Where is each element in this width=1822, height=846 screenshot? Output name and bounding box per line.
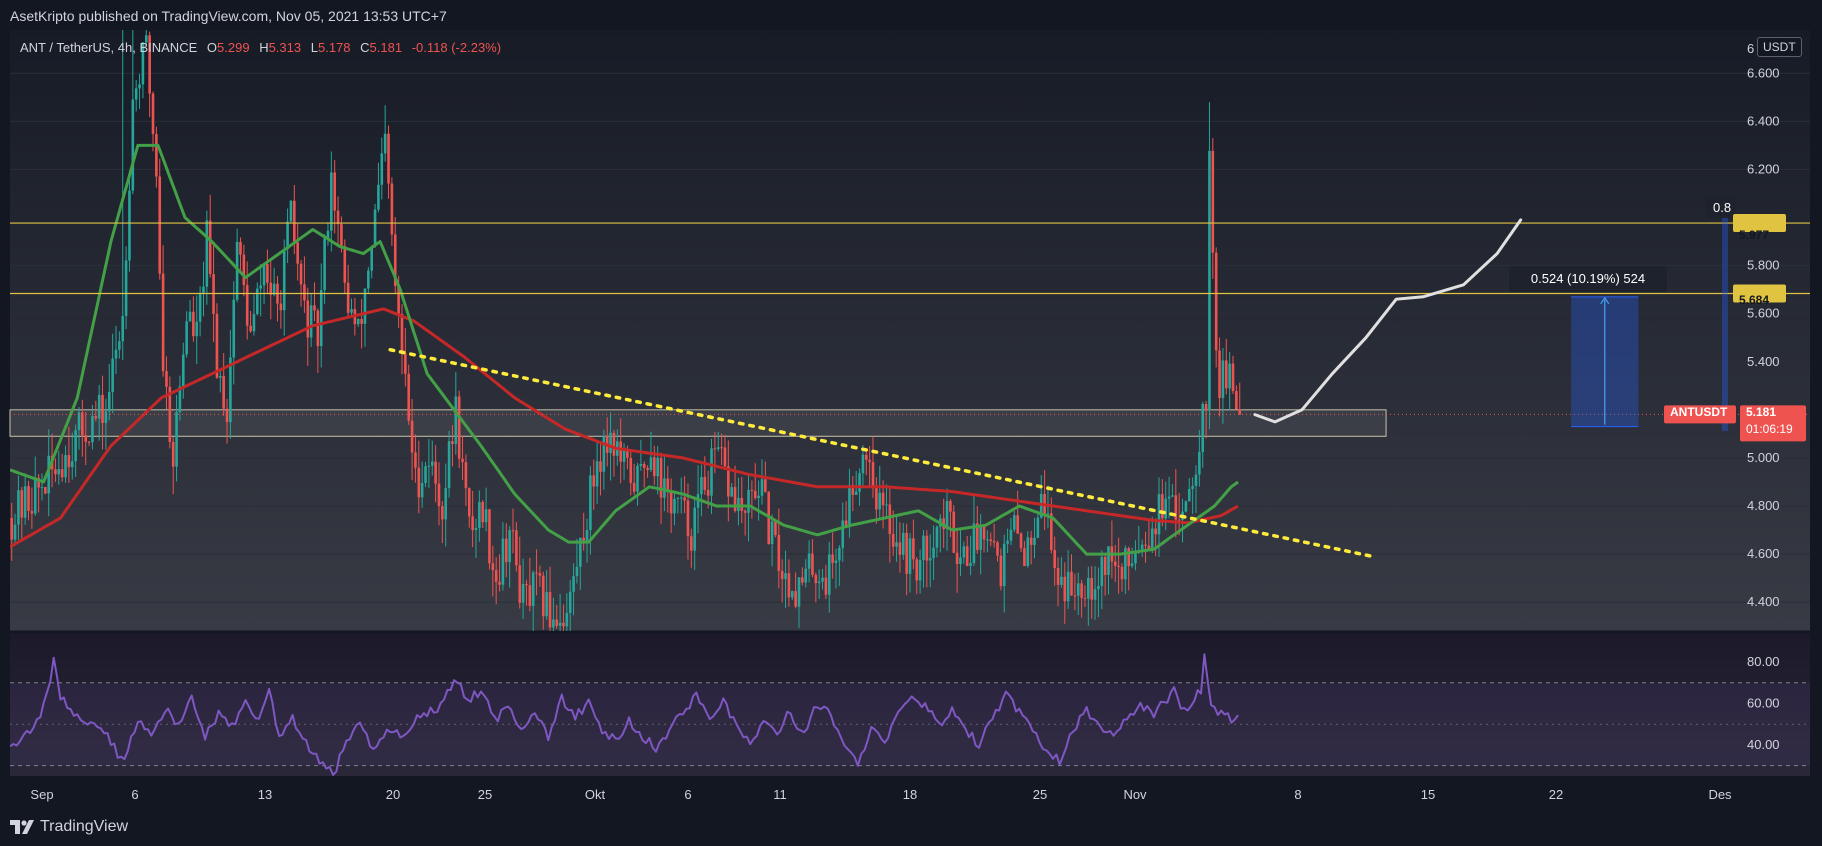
time-tick-label: 11	[773, 787, 787, 802]
price-tick-label: 6.400	[1747, 113, 1780, 128]
time-tick-label: Sep	[30, 787, 53, 802]
candle	[373, 203, 377, 248]
price-tick-label: 5.800	[1747, 258, 1780, 273]
level-badge-high: 5.977	[1739, 228, 1770, 242]
time-tick-label: 25	[1033, 787, 1047, 802]
time-tick-label: 18	[903, 787, 917, 802]
chart-canvas[interactable]: 6.6006.4006.2005.8005.6005.4005.0004.800…	[0, 0, 1822, 846]
rsi-tick-label: 60.00	[1747, 695, 1780, 710]
price-tick-label: 4.400	[1747, 594, 1780, 609]
symbol-legend: ANT / TetherUS, 4h, BINANCE O5.299 H5.31…	[20, 40, 501, 55]
close-value: 5.181	[369, 40, 403, 55]
time-tick-label: 6	[131, 787, 138, 802]
time-tick-label: 22	[1549, 787, 1563, 802]
high-label: H	[259, 40, 269, 55]
candle	[1208, 102, 1211, 430]
partial-measure-label: 0.8	[1713, 200, 1731, 215]
candle	[1184, 500, 1188, 513]
time-tick-label: 25	[478, 787, 492, 802]
time-tick-label: Okt	[585, 787, 606, 802]
candle	[44, 486, 47, 495]
measure-label: 0.524 (10.19%) 524	[1509, 266, 1667, 292]
current-symbol-badge: ANTUSDT	[1670, 405, 1728, 419]
close-label: C	[360, 40, 370, 55]
time-tick-label: 13	[258, 787, 272, 802]
candle	[168, 376, 172, 449]
symbol-name[interactable]: ANT / TetherUS, 4h, BINANCE	[20, 40, 197, 55]
high-value: 5.313	[268, 40, 302, 55]
brand-name: TradingView	[40, 818, 129, 835]
candle	[1214, 247, 1218, 368]
candle	[488, 508, 491, 570]
price-tick-label: 5.400	[1747, 354, 1780, 369]
price-tick-label: 5.000	[1747, 450, 1780, 465]
rsi-axis[interactable]: 80.00 60.00 40.00	[1747, 654, 1780, 752]
price-tick-label: 4.600	[1747, 546, 1780, 561]
time-tick-label: 6	[684, 787, 691, 802]
level-badge-low: 5.684	[1739, 293, 1770, 307]
change-value: -0.118 (-2.23%)	[411, 40, 502, 55]
current-price-badge: 5.181	[1746, 405, 1777, 419]
price-tick-label: 4.800	[1747, 498, 1780, 513]
measure-range-axis-highlight	[1722, 205, 1728, 431]
candle	[158, 158, 162, 280]
candle	[457, 390, 461, 469]
time-tick-label: Nov	[1123, 787, 1147, 802]
price-tick-label: 6.600	[1747, 65, 1780, 80]
footer: TradingView	[0, 812, 1822, 846]
low-label: L	[310, 40, 318, 55]
rsi-tick-label: 80.00	[1747, 654, 1780, 669]
tradingview-logo[interactable]: TradingView	[10, 818, 128, 836]
candle	[289, 200, 293, 223]
tradingview-logo-icon	[10, 820, 34, 834]
time-tick-label: 20	[386, 787, 400, 802]
rsi-tick-label: 40.00	[1747, 737, 1780, 752]
price-tick-label-partial: 6	[1747, 41, 1754, 56]
bar-countdown: 01:06:19	[1746, 422, 1793, 436]
open-value: 5.299	[217, 40, 250, 55]
open-label: O	[206, 40, 218, 55]
price-tick-label: 6.200	[1747, 161, 1780, 176]
currency-unit-button[interactable]: USDT	[1757, 37, 1802, 57]
time-tick-label: 8	[1294, 787, 1301, 802]
time-tick-label: 15	[1421, 787, 1435, 802]
low-value: 5.178	[317, 40, 351, 55]
candle	[215, 303, 219, 379]
time-tick-label: Des	[1708, 787, 1732, 802]
